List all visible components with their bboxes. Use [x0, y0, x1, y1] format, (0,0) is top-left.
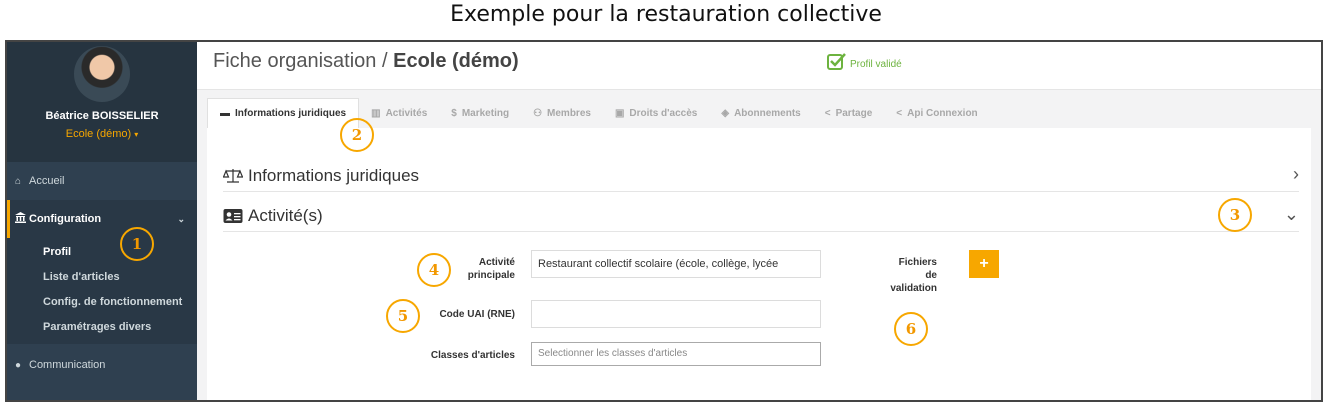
main-activity-select[interactable]: Restaurant collectif scolaire (école, co… — [531, 250, 821, 278]
sidebar-subitem-parametrages[interactable]: Paramétrages divers — [7, 315, 197, 340]
balance-scale-icon — [223, 169, 243, 183]
sidebar-subitem-articles[interactable]: Liste d'articles — [7, 265, 197, 290]
validation-files-label: Fichiers de validation — [890, 257, 937, 294]
tab-abonnements[interactable]: ◈ Abonnements — [709, 98, 812, 128]
profile-block: Béatrice BOISSELIER Ecole (démo) ▾ — [7, 42, 197, 162]
dollar-icon: $ — [451, 107, 457, 119]
classes-select[interactable]: Selectionner les classes d'articles — [531, 342, 821, 366]
lock-icon: ▣ — [614, 107, 625, 119]
annotation-marker-4: 4 — [417, 253, 451, 287]
org-name: Ecole (démo) — [65, 128, 132, 140]
sidebar-subnav: Profil Liste d'articles Config. de fonct… — [7, 238, 197, 344]
bar-chart-icon: ▥ — [371, 107, 381, 119]
sidebar-nav: ⌂ Accueil Configuration ⌄ Profil Liste d… — [7, 162, 197, 384]
main-content: Fiche organisation / Ecole (démo) Profil… — [197, 42, 1321, 400]
share-icon: < — [896, 107, 903, 119]
app-window: Béatrice BOISSELIER Ecole (démo) ▾ ⌂ Acc… — [5, 40, 1323, 402]
tag-icon: ◈ — [721, 107, 730, 119]
chevron-down-icon[interactable]: ⌄ — [1284, 204, 1299, 225]
bank-icon — [15, 212, 29, 226]
status-badge: Profil validé — [827, 52, 902, 70]
folder-open-icon: ▬ — [220, 108, 230, 119]
sidebar-item-configuration[interactable]: Configuration ⌄ — [7, 200, 197, 238]
page-caption: Exemple pour la restauration collective — [450, 2, 882, 27]
sidebar-item-label: Communication — [29, 359, 106, 371]
section-title: Activité(s) — [248, 206, 323, 225]
tab-membres[interactable]: ⚇ Membres — [521, 98, 603, 128]
annotation-marker-6: 6 — [894, 312, 928, 346]
annotation-marker-2: 2 — [340, 118, 374, 152]
avatar[interactable] — [74, 46, 130, 102]
sidebar-item-communication[interactable]: ● Communication — [7, 346, 197, 384]
status-text: Profil validé — [850, 59, 902, 70]
section-informations-juridiques[interactable]: Informations juridiques › — [223, 164, 1299, 192]
sidebar-subitem-config-fonctionnement[interactable]: Config. de fonctionnement — [7, 290, 197, 315]
tab-partage[interactable]: < Partage — [813, 98, 885, 128]
uai-input[interactable] — [531, 300, 821, 328]
sidebar-subitem-profil[interactable]: Profil — [7, 240, 197, 265]
add-file-button[interactable]: + — [969, 250, 999, 278]
tab-droits-acces[interactable]: ▣ Droits d'accès — [603, 98, 709, 128]
user-name: Béatrice BOISSELIER — [45, 110, 159, 122]
sidebar: Béatrice BOISSELIER Ecole (démo) ▾ ⌂ Acc… — [7, 42, 197, 400]
section-title: Informations juridiques — [248, 166, 420, 185]
annotation-marker-5: 5 — [386, 299, 420, 333]
tab-marketing[interactable]: $ Marketing — [439, 98, 521, 128]
tab-panel: Informations juridiques › Activité(s) ⌄ … — [207, 128, 1311, 400]
sidebar-item-label: Accueil — [29, 175, 65, 187]
tab-api-connexion[interactable]: < Api Connexion — [884, 98, 989, 128]
page-title: Fiche organisation / Ecole (démo) — [213, 50, 519, 72]
tab-bar: ▬ Informations juridiques ▥ Activités $ … — [207, 98, 990, 128]
classes-label: Classes d'articles — [430, 350, 515, 361]
sidebar-item-label: Configuration — [29, 213, 102, 225]
uai-label: Code UAI (RNE) — [439, 309, 515, 320]
header-bar: Fiche organisation / Ecole (démo) Profil… — [197, 42, 1321, 90]
annotation-marker-1: 1 — [120, 227, 154, 261]
tab-informations-juridiques[interactable]: ▬ Informations juridiques — [207, 98, 360, 128]
check-square-icon — [827, 53, 846, 70]
chevron-right-icon[interactable]: › — [1293, 164, 1299, 185]
section-activites[interactable]: Activité(s) ⌄ — [223, 204, 1299, 232]
users-icon: ⚇ — [533, 107, 543, 119]
chevron-down-icon: ⌄ — [177, 213, 185, 224]
share-icon: < — [824, 107, 831, 119]
id-card-icon — [223, 209, 243, 223]
tab-activites[interactable]: ▥ Activités — [359, 98, 439, 128]
sidebar-item-accueil[interactable]: ⌂ Accueil — [7, 162, 197, 200]
caret-down-icon: ▾ — [134, 130, 139, 139]
comments-icon: ● — [15, 359, 22, 371]
home-icon: ⌂ — [15, 175, 22, 187]
annotation-marker-3: 3 — [1218, 198, 1252, 232]
org-switcher[interactable]: Ecole (démo) ▾ — [7, 128, 197, 140]
